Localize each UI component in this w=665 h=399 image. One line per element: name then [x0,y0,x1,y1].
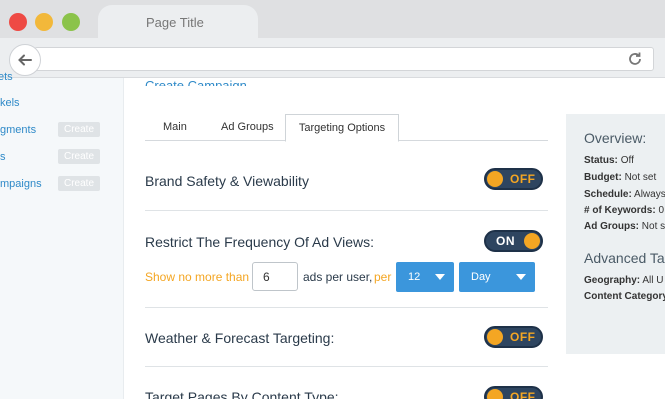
close-window-button[interactable] [9,13,27,31]
frequency-middle-text: ads per user, [303,270,373,284]
option-content-type-label: Target Pages By Content Type: [145,389,339,399]
toggle-knob [487,171,503,187]
sidebar-item-label: kels [0,97,20,109]
overview-status: Status: Off [584,155,634,166]
frequency-prefix-text: Show no more than [145,270,250,284]
toggle-knob [524,233,540,249]
divider [145,366,548,367]
maximize-window-button[interactable] [62,13,80,31]
tab-targeting-options[interactable]: Targeting Options [285,114,399,142]
tab-ad-groups[interactable]: Ad Groups [221,121,274,133]
divider [145,307,548,308]
frequency-count-input[interactable]: 6 [252,262,298,291]
overview-ad-groups: Ad Groups: Not se [584,221,665,232]
sidebar-item-label: gments [0,124,37,136]
overview-value: All U [642,275,664,286]
minimize-window-button[interactable] [35,13,53,31]
weather-toggle[interactable]: OFF [484,326,543,348]
chevron-down-icon [435,274,445,280]
option-weather-label: Weather & Forecast Targeting: [145,330,335,346]
frequency-toggle[interactable]: ON [484,230,543,252]
toggle-knob [487,329,503,345]
overview-value: Always [634,189,665,200]
frequency-per-text: per [374,270,392,284]
content-type-toggle[interactable]: OFF [484,386,543,399]
overview-value: 0 [658,205,665,216]
sidebar-item-label: ets [0,71,13,83]
period-unit-selected: Day [471,271,491,283]
overview-geography: Geography: All U [584,275,663,286]
sidebar-item-assets[interactable]: ets [0,70,13,84]
back-button[interactable] [9,44,41,76]
create-segment-button[interactable]: Create [58,122,100,137]
option-brand-safety-label: Brand Safety & Viewability [145,173,309,189]
create-campaign-button[interactable]: Create [58,176,100,191]
sidebar-item-segments[interactable]: gments [0,121,36,139]
toggle-knob [487,389,503,399]
overview-budget: Budget: Not set [584,172,656,183]
toggle-state-text: OFF [510,390,536,399]
create-item-button[interactable]: Create [58,149,100,164]
overview-key: Geography: [584,275,641,286]
overview-key: Budget: [584,172,622,183]
overview-content-category: Content Category [584,291,665,302]
overview-title: Overview: [584,130,647,146]
overview-key: Ad Groups: [584,221,639,232]
overview-value: Not set [624,172,657,183]
overview-keywords: # of Keywords: 0 [584,205,664,216]
sidebar-item-campaigns[interactable]: mpaigns [0,175,42,193]
overview-key: Content Category [584,291,665,302]
toggle-state-text: OFF [510,172,536,186]
page-title: Create Campaign [145,78,247,86]
overview-key: Schedule: [584,189,632,200]
period-value-selected: 12 [408,271,421,283]
chevron-down-icon [516,274,526,280]
overview-value: Not se [641,221,665,232]
period-unit-select[interactable]: Day [459,262,535,292]
overview-key: Status: [584,155,618,166]
sidebar-item-label: s [0,151,6,163]
toggle-state-text: OFF [510,330,536,344]
option-frequency-label: Restrict The Frequency Of Ad Views: [145,234,375,250]
browser-tab-title: Page Title [146,15,204,30]
brand-safety-toggle[interactable]: OFF [484,168,543,190]
divider [145,210,548,211]
advanced-targeting-title: Advanced Tar [584,250,665,266]
arrow-left-icon [18,54,32,66]
overview-schedule: Schedule: Always [584,189,665,200]
sidebar-item-pixels[interactable]: kels [0,94,20,112]
period-value-select[interactable]: 12 [396,262,454,292]
tab-main[interactable]: Main [163,121,187,133]
sidebar-item-label: mpaigns [0,178,42,190]
overview-panel [566,114,665,354]
reload-icon[interactable] [626,50,644,68]
sidebar-item-s[interactable]: s [0,148,6,166]
overview-key: # of Keywords: [584,205,656,216]
toggle-state-text: ON [496,234,515,248]
overview-value: Off [620,155,634,166]
address-bar[interactable] [34,47,654,71]
